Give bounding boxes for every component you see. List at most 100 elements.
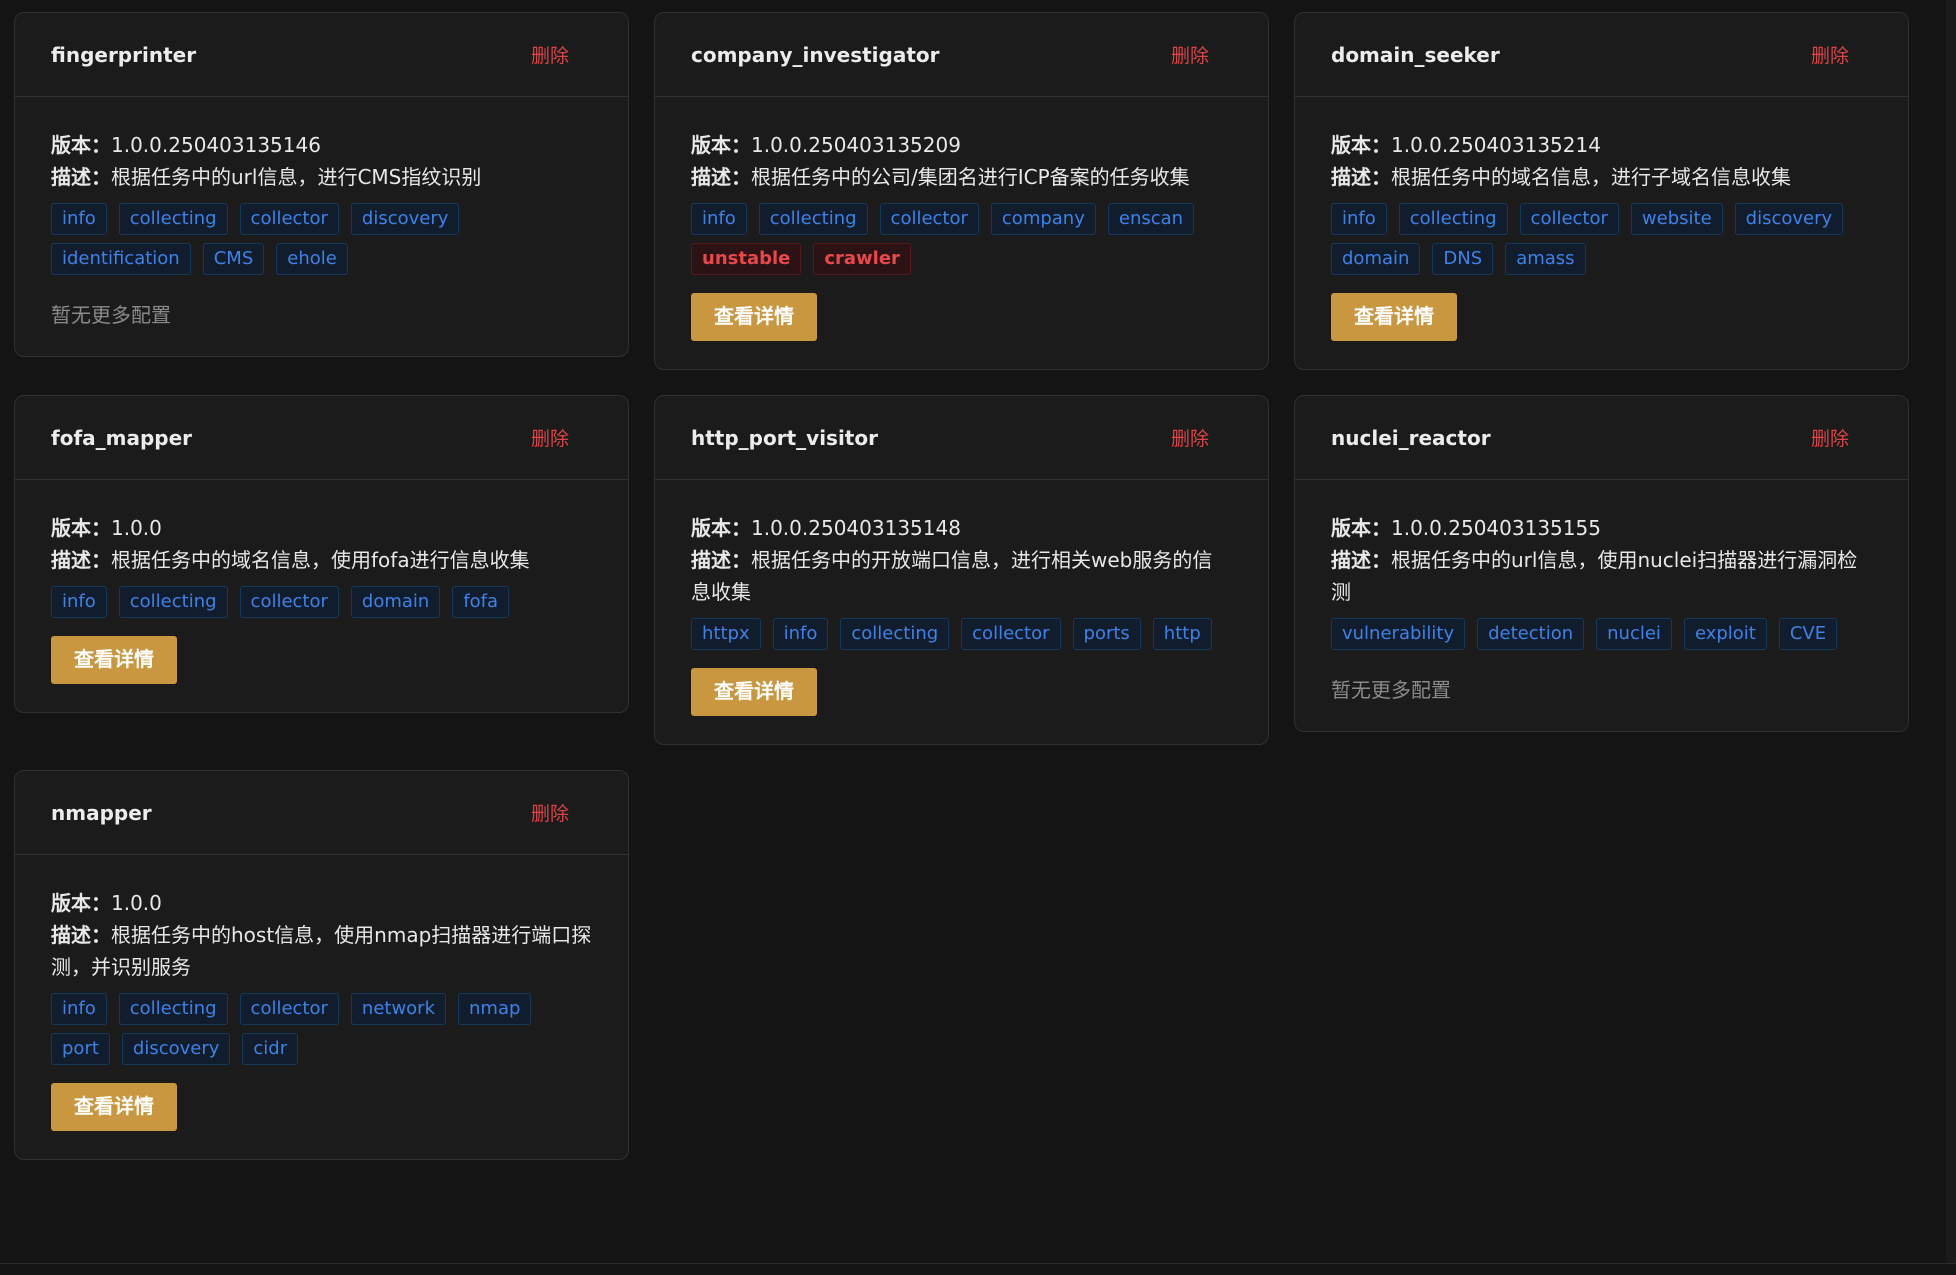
plugin-card-nmapper: nmapper 删除 版本：1.0.0 描述：根据任务中的host信息，使用nm… [14, 770, 629, 1160]
plugin-card-fofa-mapper: fofa_mapper 删除 版本：1.0.0 描述：根据任务中的域名信息，使用… [14, 395, 629, 713]
view-details-button[interactable]: 查看详情 [51, 636, 177, 684]
plugin-card-grid: fingerprinter 删除 版本：1.0.0.250403135146 描… [14, 12, 1942, 1160]
plugin-card-body: 版本：1.0.0.250403135209 描述：根据任务中的公司/集团名进行I… [655, 97, 1268, 369]
plugin-description: 根据任务中的url信息，使用nuclei扫描器进行漏洞检测 [1331, 548, 1858, 604]
plugin-tag: ehole [276, 243, 348, 275]
version-label: 版本： [51, 891, 111, 915]
plugin-description-row: 描述：根据任务中的域名信息，使用fofa进行信息收集 [51, 544, 592, 576]
plugin-card-header: nuclei_reactor 删除 [1295, 396, 1908, 480]
plugin-tag: fofa [452, 586, 510, 618]
plugin-name: nuclei_reactor [1331, 425, 1491, 450]
plugin-description: 根据任务中的域名信息，使用fofa进行信息收集 [111, 548, 530, 572]
plugin-tag: port [51, 1033, 110, 1065]
plugin-version-row: 版本：1.0.0.250403135148 [691, 512, 1232, 544]
plugin-version: 1.0.0.250403135155 [1391, 516, 1601, 540]
plugin-tag: discovery [350, 203, 460, 235]
plugin-version-row: 版本：1.0.0.250403135146 [51, 129, 592, 161]
plugin-description-row: 描述：根据任务中的开放端口信息，进行相关web服务的信息收集 [691, 544, 1232, 608]
plugin-tag-list: info collecting collector domain fofa [51, 586, 592, 618]
delete-button[interactable]: 删除 [1811, 41, 1849, 68]
plugin-tag: nuclei [1596, 618, 1672, 650]
plugin-tag: collector [239, 993, 339, 1025]
plugin-tag: company [990, 203, 1096, 235]
delete-button[interactable]: 删除 [1171, 424, 1209, 451]
delete-button[interactable]: 删除 [531, 799, 569, 826]
plugin-list-page: fingerprinter 删除 版本：1.0.0.250403135146 描… [0, 0, 1956, 1275]
plugin-description-row: 描述：根据任务中的host信息，使用nmap扫描器进行端口探测，并识别服务 [51, 919, 592, 983]
plugin-card-body: 版本：1.0.0.250403135214 描述：根据任务中的域名信息，进行子域… [1295, 97, 1908, 369]
plugin-card-footer: 查看详情 [1331, 275, 1872, 341]
plugin-card-fingerprinter: fingerprinter 删除 版本：1.0.0.250403135146 描… [14, 12, 629, 357]
plugin-tag: vulnerability [1331, 618, 1466, 650]
plugin-version-row: 版本：1.0.0.250403135209 [691, 129, 1232, 161]
version-label: 版本： [51, 516, 111, 540]
description-label: 描述： [691, 165, 751, 189]
plugin-card-header: company_investigator 删除 [655, 13, 1268, 97]
delete-button[interactable]: 删除 [531, 41, 569, 68]
delete-button[interactable]: 删除 [1171, 41, 1209, 68]
view-details-button[interactable]: 查看详情 [1331, 293, 1457, 341]
plugin-tag: ports [1072, 618, 1141, 650]
description-label: 描述： [691, 548, 751, 572]
plugin-card-company-investigator: company_investigator 删除 版本：1.0.0.2504031… [654, 12, 1269, 370]
plugin-version-row: 版本：1.0.0 [51, 512, 592, 544]
plugin-name: nmapper [51, 800, 152, 825]
plugin-tag-list: info collecting collector network nmap port di… [51, 993, 592, 1065]
view-details-button[interactable]: 查看详情 [691, 293, 817, 341]
plugin-tag-list: httpx info collecting collector ports http [691, 618, 1232, 650]
plugin-card-body: 版本：1.0.0 描述：根据任务中的host信息，使用nmap扫描器进行端口探测… [15, 855, 628, 1159]
version-label: 版本： [691, 133, 751, 157]
plugin-version: 1.0.0.250403135148 [751, 516, 961, 540]
bottom-divider [0, 1263, 1956, 1264]
plugin-card-footer: 暂无更多配置 [51, 299, 592, 328]
view-details-button[interactable]: 查看详情 [51, 1083, 177, 1131]
plugin-tag: http [1152, 618, 1212, 650]
plugin-tag: collecting [758, 203, 868, 235]
plugin-tag: identification [51, 243, 191, 275]
plugin-tag: collector [239, 586, 339, 618]
scrollbar-track[interactable] [1946, 0, 1956, 1263]
plugin-tag: website [1630, 203, 1723, 235]
description-label: 描述： [1331, 548, 1391, 572]
plugin-tag: info [51, 586, 107, 618]
no-more-config-text: 暂无更多配置 [1331, 678, 1451, 702]
plugin-tag: collector [1519, 203, 1619, 235]
plugin-card-body: 版本：1.0.0.250403135148 描述：根据任务中的开放端口信息，进行… [655, 480, 1268, 744]
plugin-description-row: 描述：根据任务中的url信息，使用nuclei扫描器进行漏洞检测 [1331, 544, 1872, 608]
plugin-tag: collecting [118, 586, 228, 618]
plugin-description: 根据任务中的公司/集团名进行ICP备案的任务收集 [751, 165, 1190, 189]
description-label: 描述： [51, 165, 111, 189]
version-label: 版本： [691, 516, 751, 540]
plugin-tag: collecting [118, 993, 228, 1025]
plugin-version: 1.0.0.250403135146 [111, 133, 321, 157]
delete-button[interactable]: 删除 [531, 424, 569, 451]
plugin-tag: info [772, 618, 829, 650]
plugin-card-body: 版本：1.0.0 描述：根据任务中的域名信息，使用fofa进行信息收集 info… [15, 480, 628, 712]
description-label: 描述： [51, 923, 111, 947]
plugin-tag: discovery [121, 1033, 231, 1065]
plugin-tag: enscan [1107, 203, 1195, 235]
version-label: 版本： [1331, 516, 1391, 540]
plugin-tag: unstable [691, 243, 802, 275]
plugin-tag: CVE [1778, 618, 1838, 650]
plugin-version: 1.0.0.250403135209 [751, 133, 961, 157]
plugin-tag: nmap [458, 993, 532, 1025]
plugin-version: 1.0.0.250403135214 [1391, 133, 1601, 157]
plugin-tag: httpx [691, 618, 761, 650]
view-details-button[interactable]: 查看详情 [691, 668, 817, 716]
plugin-card-footer: 查看详情 [691, 275, 1232, 341]
plugin-tag: collector [961, 618, 1061, 650]
plugin-card-header: fingerprinter 删除 [15, 13, 628, 97]
plugin-version-row: 版本：1.0.0.250403135155 [1331, 512, 1872, 544]
plugin-card-body: 版本：1.0.0.250403135146 描述：根据任务中的url信息，进行C… [15, 97, 628, 356]
plugin-tag-list: vulnerability detection nuclei exploit CVE [1331, 618, 1872, 650]
plugin-card-footer: 暂无更多配置 [1331, 674, 1872, 703]
no-more-config-text: 暂无更多配置 [51, 303, 171, 327]
plugin-name: fofa_mapper [51, 425, 193, 450]
version-label: 版本： [1331, 133, 1391, 157]
plugin-tag: collecting [840, 618, 950, 650]
plugin-description: 根据任务中的开放端口信息，进行相关web服务的信息收集 [691, 548, 1213, 604]
delete-button[interactable]: 删除 [1811, 424, 1849, 451]
plugin-tag: crawler [813, 243, 911, 275]
plugin-tag: CMS [202, 243, 265, 275]
